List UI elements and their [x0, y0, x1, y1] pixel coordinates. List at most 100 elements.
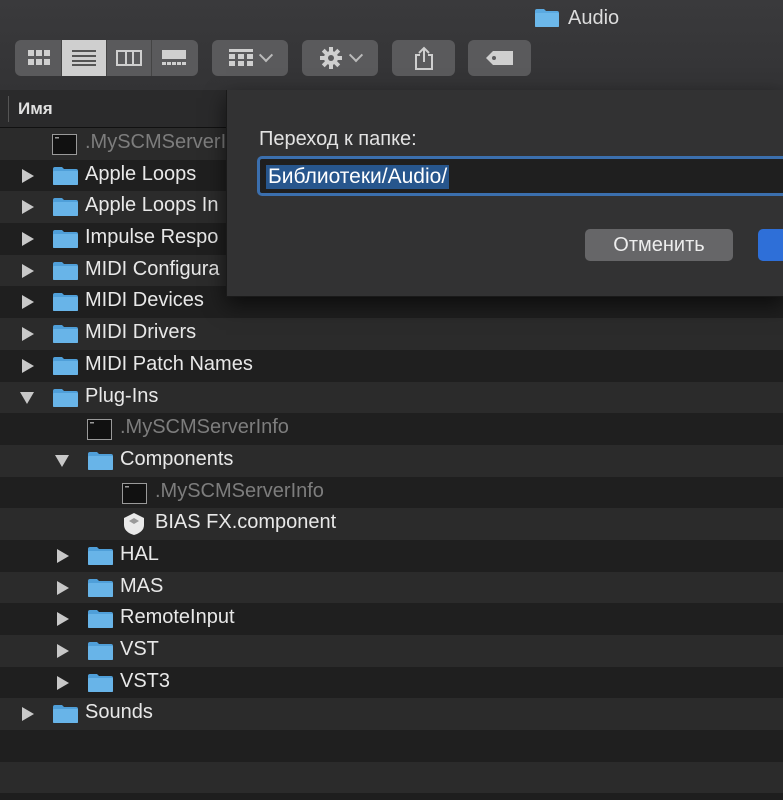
folder-icon [88, 451, 113, 470]
icon-wrap [87, 451, 114, 471]
icon-wrap [87, 546, 114, 566]
toolbar: Audio [0, 0, 783, 91]
file-name: VST3 [120, 669, 171, 692]
action-menu-button[interactable] [302, 40, 378, 76]
terminal-file-icon [87, 419, 112, 441]
folder-icon [53, 293, 78, 312]
file-name: Plug-Ins [85, 384, 159, 407]
disclosure-triangle-icon[interactable] [22, 707, 34, 722]
file-name: HAL [120, 542, 159, 565]
group-by-icon [229, 49, 253, 66]
list-view-icon [71, 50, 96, 66]
icon-view-button[interactable] [17, 40, 62, 76]
folder-icon [88, 642, 113, 660]
cancel-button[interactable]: Отменить [585, 229, 733, 261]
disclosure-triangle-icon[interactable] [22, 327, 34, 342]
disclosure-triangle-icon[interactable] [57, 612, 69, 627]
disclosure-triangle-icon[interactable] [22, 295, 34, 310]
disclosure-triangle-icon[interactable] [57, 580, 69, 595]
chevron-down-icon [258, 48, 274, 63]
file-name: RemoteInput [120, 606, 235, 629]
icon-wrap [87, 673, 114, 693]
file-name: MIDI Configura [85, 257, 220, 280]
folder-icon [53, 230, 78, 249]
terminal-file-icon [52, 134, 77, 155]
disclosure-triangle-icon[interactable] [55, 454, 69, 467]
tag-icon [485, 51, 513, 65]
path-input[interactable]: Библиотеки/Audio/ [257, 156, 783, 196]
name-column-header[interactable]: Имя [18, 99, 53, 119]
list-view-button[interactable] [61, 40, 107, 76]
folder-icon [88, 673, 113, 692]
file-name: MIDI Patch Names [85, 352, 253, 375]
icon-view-icon [27, 50, 50, 65]
disclosure-triangle-icon[interactable] [22, 263, 34, 278]
window-title: Audio [534, 6, 619, 30]
group-by-button[interactable] [212, 40, 288, 76]
disclosure-triangle-icon[interactable] [57, 644, 69, 658]
list-item[interactable]: .MySCMServerInfo [0, 476, 783, 509]
list-item[interactable]: .MySCMServerInfo [0, 413, 783, 445]
list-item[interactable]: RemoteInput [0, 603, 783, 635]
terminal-file-icon [122, 482, 147, 504]
tag-button[interactable] [468, 40, 531, 76]
disclosure-triangle-icon[interactable] [22, 232, 34, 247]
list-item[interactable]: MAS [0, 571, 783, 604]
file-name: MIDI Devices [85, 289, 204, 312]
file-name: Apple Loops In [85, 194, 219, 217]
disclosure-triangle-icon[interactable] [22, 358, 34, 373]
list-item[interactable]: HAL [0, 539, 783, 572]
icon-wrap [52, 261, 79, 281]
go-to-folder-dialog: Переход к папке: Библиотеки/Audio/ Отмен… [226, 90, 783, 297]
folder-icon [535, 9, 559, 27]
icon-wrap [122, 512, 146, 536]
path-input-value: Библиотеки/Audio/ [266, 165, 450, 189]
go-button[interactable] [758, 229, 783, 261]
disclosure-triangle-icon[interactable] [22, 200, 34, 215]
list-item[interactable]: BIAS FX.component [0, 508, 783, 540]
dialog-label: Переход к папке: [259, 128, 417, 150]
window-title-text: Audio [568, 6, 620, 29]
list-item[interactable]: Components [0, 444, 783, 477]
icon-wrap [52, 134, 77, 155]
file-name: .MySCMServerInfo [155, 479, 324, 502]
icon-wrap [52, 356, 79, 376]
icon-wrap [52, 324, 79, 344]
folder-icon [88, 578, 113, 597]
gallery-view-button[interactable] [152, 40, 197, 76]
disclosure-triangle-icon[interactable] [57, 548, 69, 563]
file-name: MIDI Drivers [85, 321, 197, 344]
component-icon [124, 513, 144, 536]
icon-wrap [87, 609, 114, 629]
chevron-down-icon [348, 48, 364, 63]
view-switcher [15, 40, 198, 76]
file-name: Sounds [85, 701, 153, 724]
share-button[interactable] [392, 40, 455, 76]
icon-wrap [122, 482, 147, 504]
file-name: Impulse Respo [85, 226, 219, 249]
empty-row [0, 730, 783, 762]
list-item[interactable]: Plug-Ins [0, 381, 783, 414]
icon-wrap [52, 197, 79, 217]
list-item[interactable]: Sounds [0, 698, 783, 731]
list-item[interactable]: MIDI Patch Names [0, 349, 783, 382]
gallery-view-icon [162, 50, 186, 65]
folder-icon [53, 705, 78, 724]
icon-wrap [52, 388, 79, 408]
column-view-button[interactable] [107, 40, 152, 76]
disclosure-triangle-icon[interactable] [22, 168, 34, 183]
file-name: .MySCMServerInfo [120, 416, 289, 439]
list-item[interactable]: VST [0, 635, 783, 667]
list-item[interactable]: VST3 [0, 666, 783, 699]
file-name: VST [120, 638, 159, 660]
folder-icon [53, 325, 78, 344]
folder-icon [53, 356, 78, 375]
icon-wrap [87, 419, 112, 441]
icon-wrap [52, 704, 79, 724]
icon-wrap [52, 166, 79, 186]
file-name: MAS [120, 574, 164, 597]
gear-icon [320, 47, 342, 69]
list-item[interactable]: MIDI Drivers [0, 318, 783, 350]
disclosure-triangle-icon[interactable] [57, 675, 69, 690]
disclosure-triangle-icon[interactable] [20, 391, 34, 404]
